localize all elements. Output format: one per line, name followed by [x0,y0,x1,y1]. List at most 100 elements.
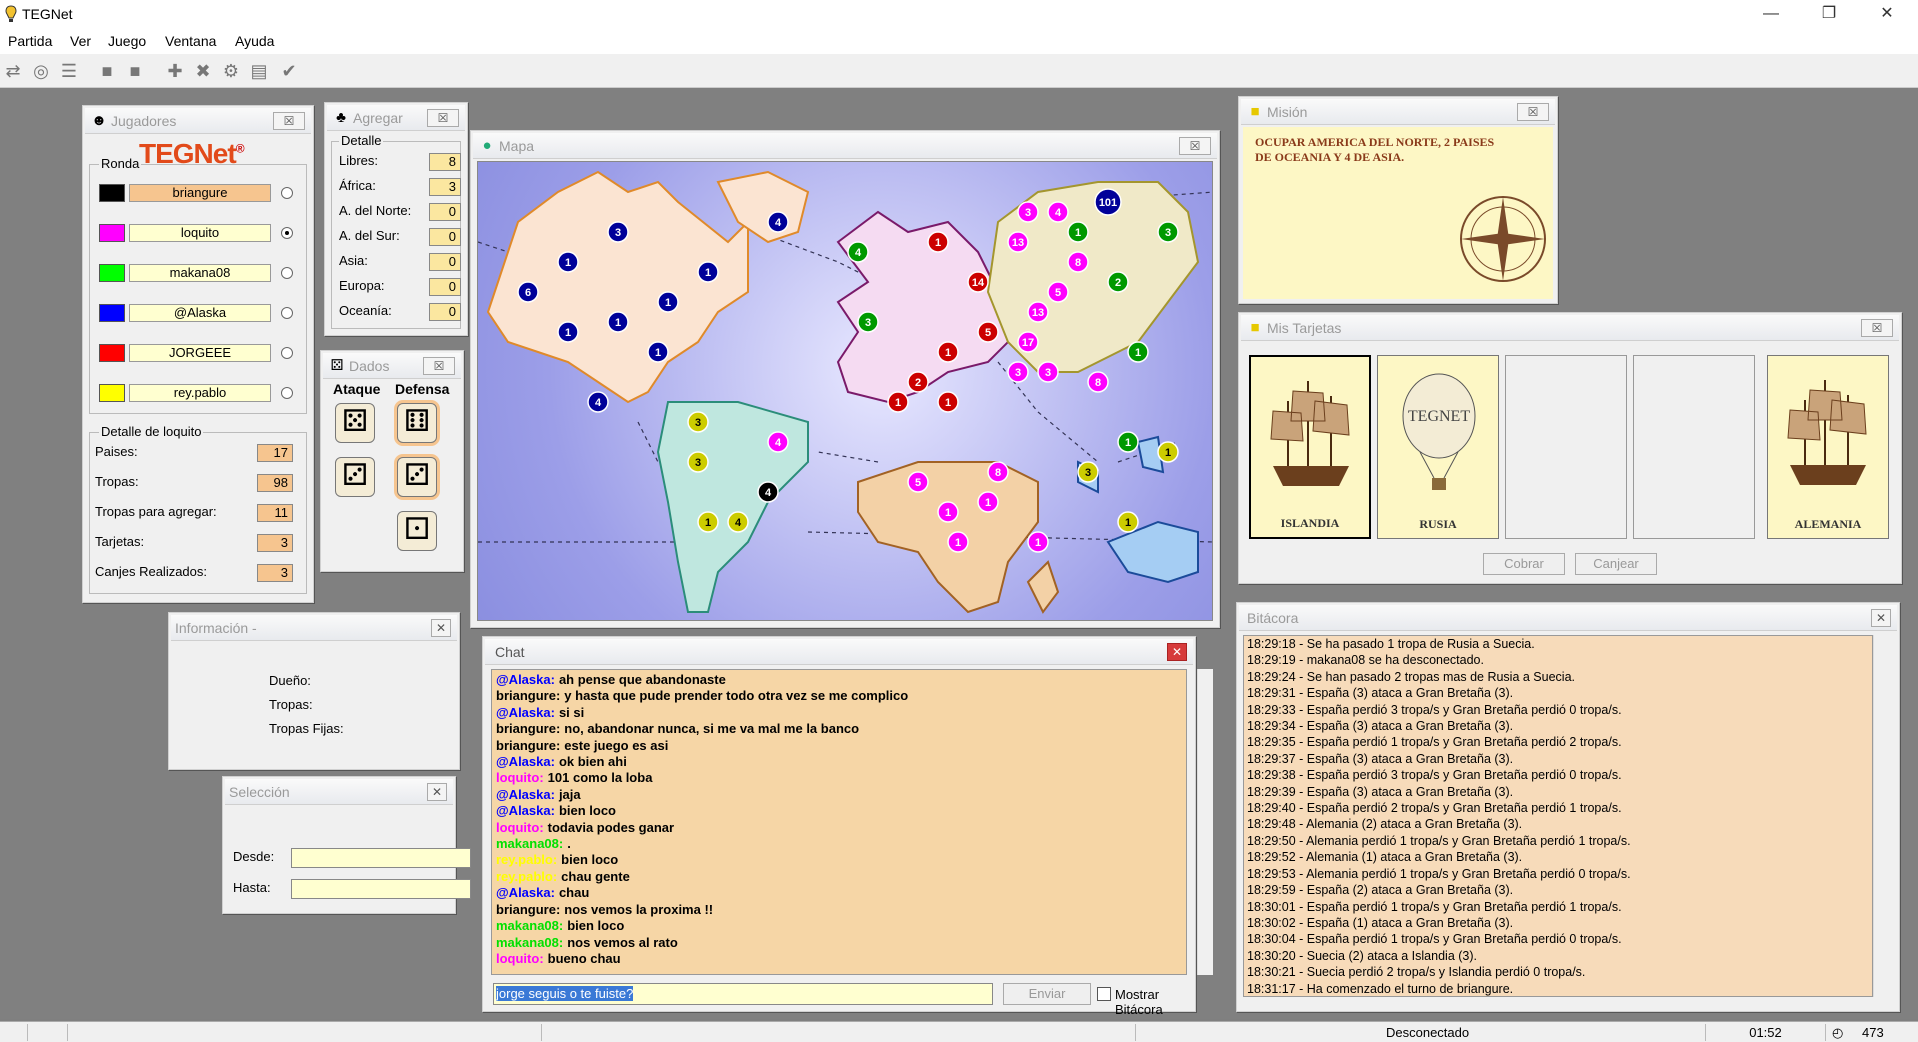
detalle-row-label: Tropas para agregar: [95,504,217,519]
player-color-swatch [99,384,125,402]
player-turn-radio[interactable] [281,387,293,399]
menu-ventana[interactable]: Ventana [165,33,216,49]
chat-scrollbar[interactable] [1197,669,1213,975]
stop-icon[interactable]: ■ [124,60,146,82]
map-canvas[interactable]: 341161111434341 4431141521 13 4131011 382513… [478,162,1213,621]
agregar-row-value: 0 [429,303,461,321]
army-count: 3 [615,227,621,239]
army-count: 3 [1015,367,1021,379]
detalle-row-value: 3 [257,564,293,582]
army-count: 14 [972,277,985,289]
player-turn-radio[interactable] [281,267,293,279]
army-count: 3 [1085,467,1091,479]
army-count: 17 [1022,337,1034,349]
card-alemania[interactable]: ALEMANIA [1767,355,1889,539]
enviar-button[interactable]: Enviar [1003,983,1091,1005]
africa[interactable] [857,461,1039,614]
world-map[interactable]: 3 4 1 1 6 1 1 1 1 4 3 4 3 4 1 4 4 3 1 14 1 5 2 1 1 3 4 13 101 1 3 8 2 5 13… [477,161,1213,621]
menu-ver[interactable]: Ver [70,33,91,49]
bitacora-scrollbar[interactable] [1873,635,1889,997]
log-entry: 18:29:50 - Alemania perdió 1 tropa/s y G… [1247,833,1631,848]
jugadores-titlebar[interactable]: ☻ Jugadores ☒ [85,108,311,134]
minimize-button[interactable]: — [1742,0,1800,30]
chat-author: briangure: [496,737,561,753]
close-mapa-button[interactable]: ☒ [1179,137,1211,155]
greenland[interactable] [716,170,810,244]
informacion-titlebar[interactable]: Información - ✕ [171,615,457,641]
agregar-titlebar[interactable]: ♣ Agregar ☒ [327,105,465,131]
log-entry: 18:29:39 - España (3) ataca a Gran Breta… [1247,784,1514,799]
player-turn-radio[interactable] [281,307,293,319]
cards-title-icon: ■ [1250,319,1260,336]
mision-panel: ■ Misión ☒ OCUPAR AMERICA DEL NORTE, 2 P… [1238,96,1558,304]
close-bitacora-button[interactable]: ✕ [1871,609,1891,627]
card-rusia[interactable]: TEGNET RUSIA [1377,355,1499,539]
cobrar-button[interactable]: Cobrar [1483,553,1565,575]
desde-field[interactable] [291,848,471,868]
ronda-label: Ronda [99,156,142,171]
player-turn-radio[interactable] [281,187,293,199]
close-chat-button[interactable]: ✕ [1167,643,1187,661]
chat-text: 101 como la loba [547,770,653,786]
add-icon[interactable]: ✚ [164,60,186,82]
close-jugadores-button[interactable]: ☒ [273,112,305,130]
disconnect-icon[interactable]: ◎ [30,60,52,82]
log-entry: 18:29:40 - España perdió 2 tropa/s y Gra… [1247,801,1622,816]
galleon-icon [1270,381,1350,486]
attack-icon[interactable]: ✖ [192,60,214,82]
close-mision-button[interactable]: ☒ [1517,103,1549,121]
army-count: 101 [1099,197,1117,209]
check-icon[interactable]: ✔ [278,60,300,82]
gear-icon[interactable]: ⚙ [220,60,242,82]
svg-text:TEGNET: TEGNET [1408,408,1470,425]
card-islandia[interactable]: ISLANDIA [1249,355,1371,539]
madagascar[interactable] [1026,560,1060,614]
log-entry: 18:29:38 - España perdió 3 tropa/s y Gra… [1247,768,1622,783]
agregar-row-value: 0 [429,253,461,271]
close-dados-button[interactable]: ☒ [423,357,455,375]
menu-partida[interactable]: Partida [8,33,52,49]
list-icon[interactable]: ☰ [58,60,80,82]
connect-icon[interactable]: ⇄ [2,60,24,82]
menu-juego[interactable]: Juego [108,33,146,49]
compass-rose-icon [1460,196,1546,282]
chat-author: rey.pablo: [496,868,558,884]
menu-ayuda[interactable]: Ayuda [235,33,274,49]
mision-titlebar[interactable]: ■ Misión ☒ [1241,99,1555,125]
chat-titlebar[interactable]: Chat ✕ [485,639,1193,665]
bitacora-titlebar[interactable]: Bitácora ✕ [1239,605,1897,631]
detalle-row-value: 98 [257,474,293,492]
bitacora-log: 18:29:18 - Se ha pasado 1 tropa de Rusia… [1243,635,1873,997]
hasta-field[interactable] [291,879,471,899]
close-tarjetas-button[interactable]: ☒ [1861,319,1893,337]
chat-message: rey.pablo: bien loco [496,852,1182,868]
canjear-button[interactable]: Canjear [1575,553,1657,575]
close-seleccion-button[interactable]: ✕ [427,783,447,801]
bitacora-panel: Bitácora ✕ 18:29:18 - Se ha pasado 1 tro… [1236,602,1900,1012]
detalle-row-label: Tropas: [95,474,139,489]
cards-icon[interactable]: ▤ [248,60,270,82]
player-turn-radio[interactable] [281,347,293,359]
army-count: 5 [985,327,991,339]
player-turn-radio[interactable] [281,227,293,239]
south-america[interactable] [656,401,809,613]
mapa-titlebar[interactable]: ● Mapa ☒ [473,133,1217,159]
army-count: 4 [775,217,782,229]
log-entry: 18:30:02 - España (1) ataca a Gran Breta… [1247,915,1514,930]
start-icon[interactable]: ■ [96,60,118,82]
oceania[interactable] [1106,520,1199,584]
agregar-row-label: Asia: [339,253,368,268]
mostrar-bitacora-checkbox[interactable] [1097,987,1111,1001]
tarjetas-titlebar[interactable]: ■ Mis Tarjetas ☒ [1241,315,1899,341]
status-cell-1 [0,1024,28,1041]
chat-input[interactable]: jorge seguis o te fuiste? [493,983,993,1005]
close-agregar-button[interactable]: ☒ [427,109,459,127]
dados-panel: ⚄ Dados ☒ Ataque Defensa ⚄ ⚅ ⚂ ⚂ ⚀ [320,350,464,572]
seleccion-titlebar[interactable]: Selección ✕ [225,779,453,805]
maximize-button[interactable]: ❐ [1800,0,1858,30]
dados-titlebar[interactable]: ⚄ Dados ☒ [323,353,461,379]
desde-label: Desde: [233,849,275,864]
chat-message: rey.pablo: chau gente [496,869,1182,885]
close-window-button[interactable]: ✕ [1858,0,1916,30]
close-informacion-button[interactable]: ✕ [431,619,451,637]
